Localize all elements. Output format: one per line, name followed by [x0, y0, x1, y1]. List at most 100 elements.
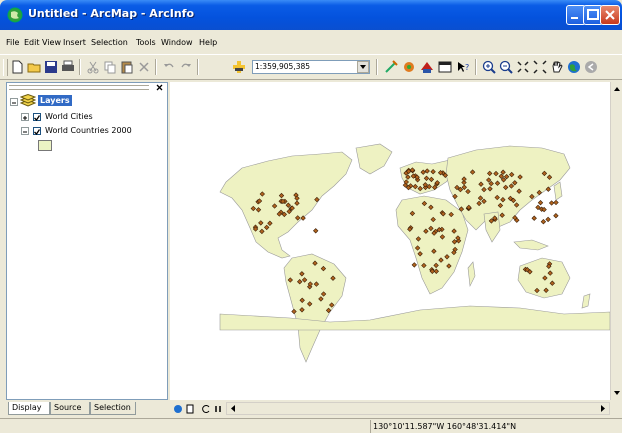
panel-grip[interactable] [9, 85, 149, 90]
open-folder-icon[interactable] [27, 60, 41, 74]
data-view-icon[interactable] [172, 403, 184, 415]
map-display[interactable] [170, 82, 611, 400]
menu-tools[interactable]: Tools [136, 38, 156, 47]
indonesia-landmass [513, 239, 549, 251]
menu-view[interactable]: View [42, 38, 61, 47]
city-marker [411, 262, 417, 268]
checkmark-icon [34, 129, 41, 136]
scroll-up-arrow-icon[interactable] [611, 84, 622, 94]
undo-icon[interactable] [162, 60, 176, 74]
chevron-down-icon [360, 65, 366, 69]
scroll-down-arrow-icon[interactable] [611, 388, 622, 398]
whats-this-help-icon[interactable]: ? [456, 60, 470, 74]
map-bottom-bar [170, 402, 622, 416]
copy-icon[interactable] [103, 60, 117, 74]
arctoolbox-icon[interactable] [402, 60, 416, 74]
command-window-icon[interactable] [438, 60, 452, 74]
toolbar-separator [376, 59, 378, 75]
plus-icon [23, 116, 27, 120]
africa-landmass [395, 195, 469, 295]
world-cities-expand-toggle[interactable] [21, 113, 29, 121]
title-bar: Untitled - ArcMap - ArcInfo [0, 0, 622, 30]
zoom-in-icon[interactable] [482, 60, 496, 74]
scale-dropdown-button[interactable] [357, 61, 369, 73]
delete-icon[interactable] [137, 60, 151, 74]
window-title: Untitled - ArcMap - ArcInfo [28, 7, 195, 20]
map-scale-field[interactable]: 1:359,905,385 [252, 60, 370, 74]
menu-edit[interactable]: Edit [24, 38, 40, 47]
scroll-left-arrow-icon[interactable] [228, 403, 238, 414]
checkmark-icon [34, 115, 41, 122]
close-icon [605, 10, 615, 20]
world-countries-collapse-toggle[interactable] [21, 127, 29, 135]
tab-display[interactable]: Display [8, 402, 50, 415]
layers-collapse-toggle[interactable] [10, 98, 18, 106]
city-marker [545, 216, 551, 223]
tab-source[interactable]: Source [50, 402, 90, 415]
pause-drawing-icon[interactable] [212, 403, 224, 415]
editor-toolbar-icon[interactable] [384, 60, 398, 74]
full-extent-globe-icon[interactable] [567, 60, 581, 74]
add-data-icon[interactable] [232, 60, 246, 74]
status-bar: 130°10'11.587"W 160°48'31.414"N [0, 418, 622, 433]
minus-icon [12, 102, 16, 104]
arccatalog-icon[interactable] [420, 60, 434, 74]
standard-toolbar: 1:359,905,385 ? [0, 54, 622, 80]
world-countries-symbol-swatch[interactable] [38, 140, 52, 151]
new-zealand-landmass [581, 293, 591, 309]
menu-bar: File Edit View Insert Selection Tools Wi… [0, 34, 622, 52]
redo-icon[interactable] [179, 60, 193, 74]
antarctica-landmass [219, 305, 611, 331]
world-cities-layer-label[interactable]: World Cities [45, 112, 93, 121]
map-vertical-scrollbar[interactable] [610, 82, 622, 400]
toolbar-grip[interactable] [3, 59, 8, 76]
menu-window[interactable]: Window [161, 38, 193, 47]
city-marker [313, 228, 319, 234]
toolbar-separator [475, 59, 477, 75]
new-document-icon[interactable] [10, 60, 24, 74]
svg-text:?: ? [465, 63, 469, 72]
toolbar-separator [155, 59, 157, 75]
save-icon[interactable] [44, 60, 58, 74]
fixed-zoom-out-icon[interactable] [533, 60, 547, 74]
arcmap-globe-icon [7, 7, 23, 23]
menu-help[interactable]: Help [199, 38, 217, 47]
city-marker [553, 199, 559, 206]
map-horizontal-scrollbar[interactable] [226, 402, 610, 415]
refresh-icon[interactable] [200, 403, 212, 415]
japan-landmass [553, 181, 563, 201]
fixed-zoom-in-icon[interactable] [516, 60, 530, 74]
zoom-out-icon[interactable] [499, 60, 513, 74]
close-button[interactable] [600, 5, 620, 25]
madagascar-landmass [467, 261, 476, 288]
south-america-landmass [283, 253, 347, 363]
layout-view-icon[interactable] [184, 403, 196, 415]
cursor-coordinates: 130°10'11.587"W 160°48'31.414"N [370, 420, 622, 433]
layers-root-label[interactable]: Layers [38, 95, 72, 106]
city-marker [540, 219, 547, 225]
toolbar-separator [197, 59, 199, 75]
city-marker [553, 213, 559, 219]
world-countries-checkbox[interactable] [33, 127, 41, 136]
layers-stack-icon [20, 94, 36, 107]
city-marker [537, 200, 544, 206]
tab-selection[interactable]: Selection [90, 402, 136, 415]
print-icon[interactable] [61, 60, 75, 74]
greenland-landmass [355, 143, 393, 175]
city-marker [531, 215, 537, 221]
previous-extent-icon[interactable] [584, 60, 598, 74]
panel-close-icon[interactable] [155, 83, 165, 92]
city-marker [548, 200, 555, 206]
pan-hand-icon[interactable] [550, 60, 564, 74]
world-map[interactable] [170, 82, 611, 400]
scroll-right-arrow-icon[interactable] [598, 403, 608, 414]
cut-icon[interactable] [86, 60, 100, 74]
menu-insert[interactable]: Insert [63, 38, 86, 47]
menu-selection[interactable]: Selection [91, 38, 128, 47]
menu-file[interactable]: File [6, 38, 19, 47]
paste-icon[interactable] [120, 60, 134, 74]
world-countries-layer-label[interactable]: World Countries 2000 [45, 126, 132, 135]
world-cities-checkbox[interactable] [33, 113, 41, 122]
table-of-contents-panel: Layers World Cities World Countries 2000 [6, 82, 168, 400]
minus-icon [23, 131, 27, 133]
